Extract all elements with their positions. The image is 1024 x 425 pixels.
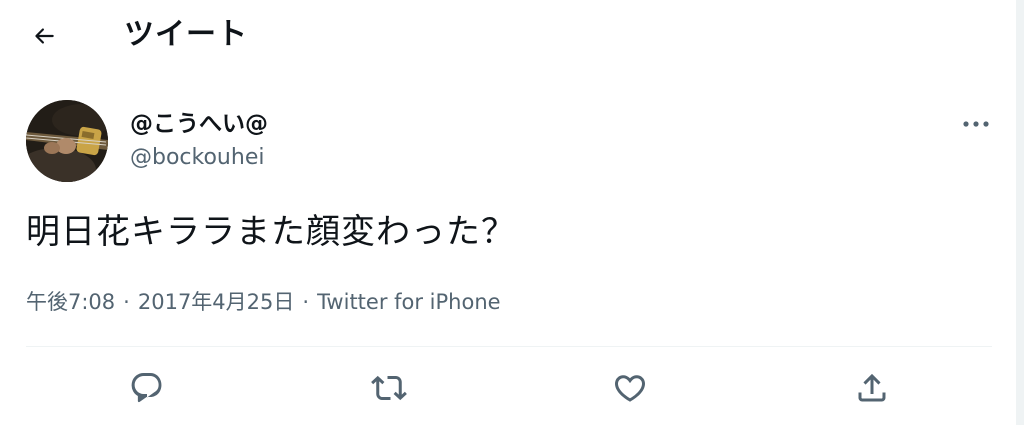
display-name[interactable]: @こうへい@ [130, 109, 268, 139]
tweet-date[interactable]: 2017年4月25日 [138, 290, 295, 314]
back-button[interactable] [26, 18, 62, 54]
heart-icon [614, 375, 646, 402]
page-title: ツイート [124, 17, 248, 52]
meta-separator: · [123, 290, 130, 314]
tweet-metadata: 午後7:08 · 2017年4月25日 · Twitter for iPhone [26, 287, 501, 317]
avatar[interactable] [26, 100, 108, 182]
more-horizontal-icon [963, 121, 989, 127]
retweet-icon [371, 375, 407, 401]
tweet-actions [0, 364, 1010, 414]
like-button[interactable] [610, 364, 650, 412]
arrow-left-icon [35, 28, 54, 44]
meta-separator: · [302, 290, 310, 314]
tweet-source[interactable]: Twitter for iPhone [317, 290, 501, 314]
reply-icon [131, 373, 162, 403]
scrollbar-track[interactable] [1016, 0, 1024, 425]
share-icon [858, 373, 886, 402]
header: ツイート [0, 0, 1010, 72]
reply-button[interactable] [127, 364, 167, 412]
more-button[interactable] [958, 110, 994, 138]
retweet-button[interactable] [369, 364, 409, 412]
divider [26, 346, 992, 347]
avatar-image [26, 100, 108, 182]
tweet-text: 明日花キララまた顔変わった？ [26, 212, 516, 252]
share-button[interactable] [852, 364, 892, 412]
user-handle[interactable]: @bockouhei [130, 144, 264, 172]
tweet-time[interactable]: 午後7:08 [26, 290, 115, 314]
